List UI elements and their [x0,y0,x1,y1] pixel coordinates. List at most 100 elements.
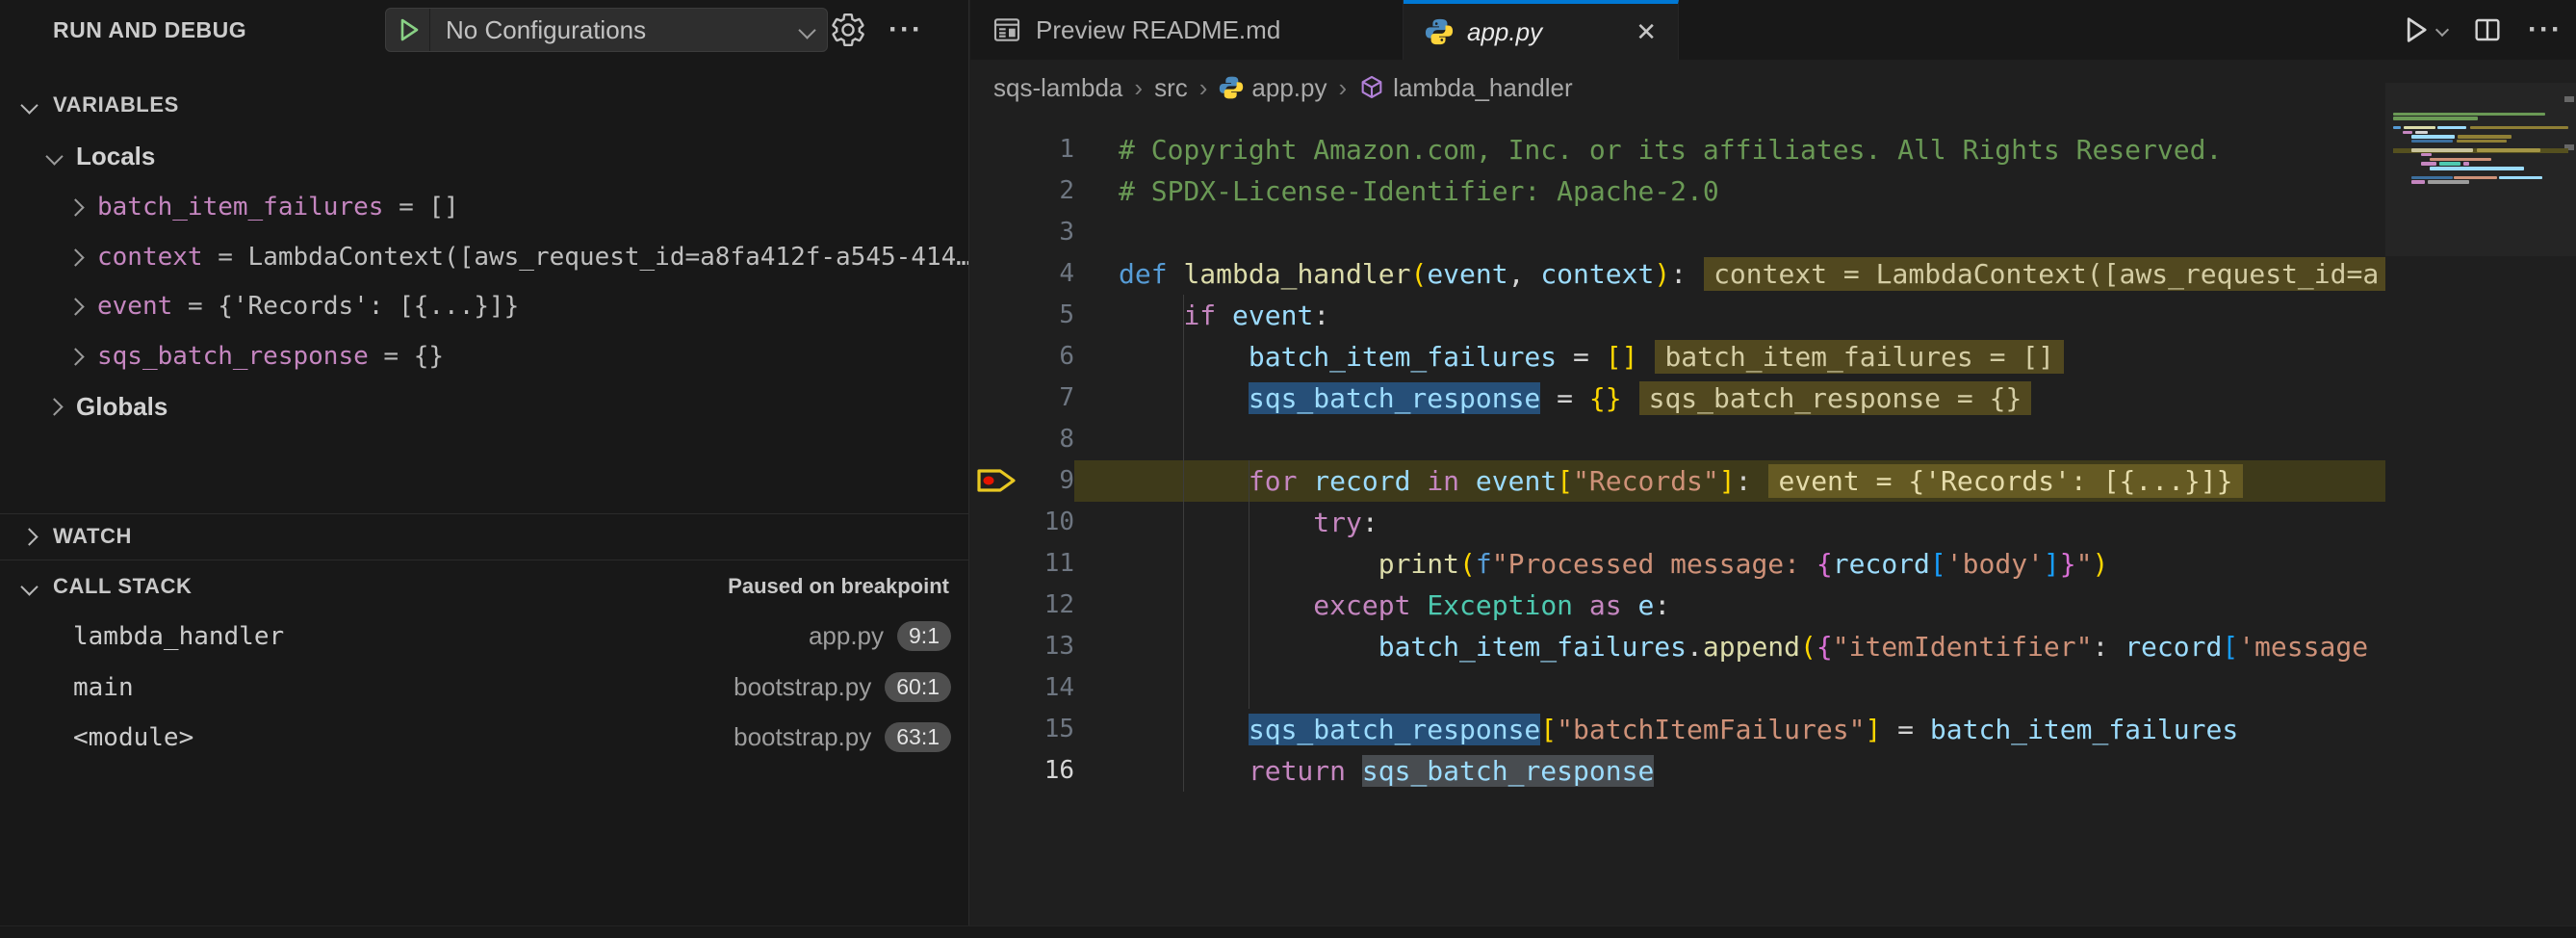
code-token: ] [1865,714,1881,745]
editor-group: Preview README.md app.py ✕ ··· [970,0,2576,938]
code-line-content[interactable]: sqs_batch_response["batchItemFailures"] … [1074,709,2385,750]
code-line[interactable]: 2 # SPDX-License-Identifier: Apache-2.0 [970,170,2385,212]
code-line-content[interactable]: try: [1074,502,2385,543]
close-icon[interactable]: ✕ [1618,17,1657,47]
chevron-down-icon [20,578,38,595]
code-line-content[interactable]: batch_item_failures = []batch_item_failu… [1074,336,2385,378]
code-line-content[interactable]: # SPDX-License-Identifier: Apache-2.0 [1074,170,2385,212]
tab-app-py[interactable]: app.py ✕ [1404,0,1679,60]
code-line-content[interactable]: if event: [1074,295,2385,336]
code-token: as [1589,589,1622,621]
line-number[interactable]: 4 [970,253,1074,295]
code-token: : [1736,465,1752,497]
line-number[interactable]: 13 [970,626,1074,667]
code-token [1573,589,1589,621]
variable-row[interactable]: context = LambdaContext([aws_request_id=… [0,232,968,282]
line-number[interactable]: 15 [970,709,1074,750]
code-token: [ [1930,548,1946,580]
code-line-content[interactable] [1074,212,2385,253]
code-line-content[interactable] [1074,667,2385,709]
call-stack-frame[interactable]: lambda_handler app.py 9:1 [0,611,968,662]
code-line[interactable]: 1# Copyright Amazon.com, Inc. or its aff… [970,129,2385,170]
call-stack-frame[interactable]: <module> bootstrap.py 63:1 [0,712,968,763]
minimap-row [2393,180,2568,185]
code-token: record [1833,548,1930,580]
line-number[interactable]: 6 [970,336,1074,378]
minimap-bar [2403,131,2412,134]
line-number[interactable]: 11 [970,543,1074,585]
code-token [1216,300,1232,331]
split-editor-button[interactable] [2472,14,2503,45]
call-stack-frame[interactable]: main bootstrap.py 60:1 [0,662,968,713]
line-number[interactable]: 14 [970,667,1074,709]
variables-section-header[interactable]: VARIABLES [0,83,968,127]
line-number[interactable]: 1 [970,129,1074,170]
start-debug-button[interactable] [386,9,430,51]
code-line-content[interactable]: def lambda_handler(event, context):conte… [1074,253,2385,295]
line-number[interactable]: 2 [970,170,1074,212]
line-number[interactable]: 7 [970,378,1074,419]
minimap-bar [2411,140,2453,143]
breadcrumb-item[interactable]: lambda_handler [1358,73,1572,103]
minimap-bar [2421,153,2432,156]
python-icon [1425,17,1454,46]
frame-file: app.py [809,621,884,651]
sidebar-more-actions-button[interactable]: ··· [884,8,928,52]
code-token: = [1557,341,1606,373]
debug-settings-button[interactable] [826,8,870,52]
line-number[interactable]: 5 [970,295,1074,336]
code-token [1410,589,1427,621]
minimap-bar [2393,117,2478,119]
split-editor-icon [2472,14,2503,45]
code-line-content[interactable] [1074,419,2385,460]
current-breakpoint-icon[interactable] [976,466,1018,495]
variable-row[interactable]: event = {'Records': [{...}]} [0,281,968,331]
variable-row[interactable]: sqs_batch_response = {} [0,331,968,381]
tab-preview-readme[interactable]: Preview README.md [970,0,1404,60]
minimap-bar [2411,148,2473,151]
code-token: ) [1654,258,1670,290]
chevron-right-icon [66,348,84,365]
line-number[interactable]: 10 [970,502,1074,543]
breadcrumb-item[interactable]: src [1154,73,1188,103]
line-number[interactable]: 12 [970,585,1074,626]
code-token: # SPDX-License-Identifier: Apache-2.0 [1119,175,1719,207]
code-token [1459,465,1476,497]
code-line-content[interactable]: batch_item_failures.append({"itemIdentif… [1074,626,2385,667]
code-token: . [1687,631,1703,663]
call-stack-section-header[interactable]: CALL STACK Paused on breakpoint [0,564,968,609]
code-line-content[interactable]: # Copyright Amazon.com, Inc. or its affi… [1074,129,2385,170]
line-number[interactable]: 3 [970,212,1074,253]
variable-value: LambdaContext([aws_request_id=a8fa412f-a… [248,243,968,272]
line-number[interactable]: 8 [970,419,1074,460]
scope-globals[interactable]: Globals [0,381,968,431]
code-token: { [1816,548,1833,580]
code-line-content[interactable]: return sqs_batch_response [1074,750,2385,792]
run-python-file-button[interactable] [2399,13,2447,46]
code-line-content[interactable]: print(f"Processed message: {record['body… [1074,543,2385,585]
breadcrumb-item[interactable]: app.py [1219,73,1327,103]
code-token: "batchItemFailures" [1557,714,1865,745]
code-token: ) [2093,548,2109,580]
code-line[interactable]: 3 [970,212,2385,253]
code-line[interactable]: 4def lambda_handler(event, context):cont… [970,253,2385,295]
tab-label: app.py [1467,17,1542,47]
minimap[interactable] [2385,60,2576,925]
code-token [1168,258,1184,290]
scope-locals[interactable]: Locals [0,133,968,179]
line-number[interactable]: 16 [970,750,1074,792]
code-area[interactable]: 1# Copyright Amazon.com, Inc. or its aff… [970,129,2385,925]
code-line-content[interactable]: for record in event["Records"]:event = {… [1074,460,2385,502]
equals-sign: = [399,193,414,221]
code-token: e [1637,589,1654,621]
minimap-bar [2430,167,2524,169]
breadcrumb-label: src [1154,73,1188,103]
code-token: ( [1410,258,1427,290]
more-icon[interactable]: ··· [2528,15,2563,44]
code-line-content[interactable]: except Exception as e: [1074,585,2385,626]
breadcrumb-item[interactable]: sqs-lambda [993,73,1122,103]
watch-section-header[interactable]: WATCH [0,514,968,559]
debug-configuration-dropdown[interactable]: No Configurations [385,8,828,52]
code-line-content[interactable]: sqs_batch_response = {}sqs_batch_respons… [1074,378,2385,419]
variable-row[interactable]: batch_item_failures = [] [0,182,968,232]
